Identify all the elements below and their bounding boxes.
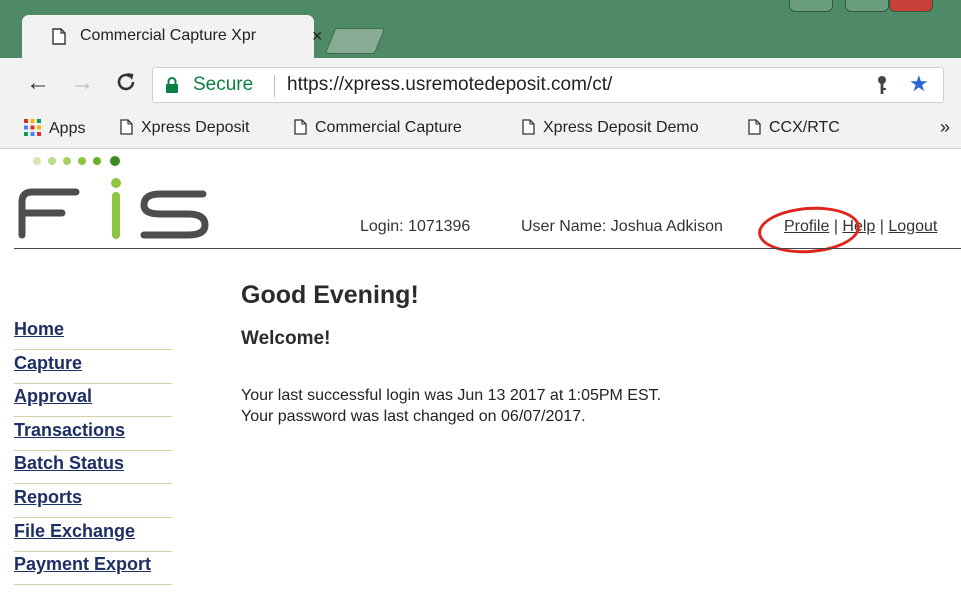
secure-label: Secure [193,74,254,95]
back-arrow-icon[interactable]: ← [26,70,50,96]
browser-toolbar: ← → Secure https://xpress.usremotedeposi… [0,58,961,110]
page-icon [522,119,535,140]
maximize-button[interactable] [845,0,889,12]
bookmark-xpress-deposit-demo[interactable]: Xpress Deposit Demo [522,119,699,140]
page-icon [748,119,761,140]
bookmark-label: Xpress Deposit [141,119,250,136]
sidebar-nav: Home Capture Approval Transactions Batch… [14,317,172,586]
login-id: Login: 1071396 [360,218,471,235]
forward-arrow-icon[interactable]: → [70,70,94,96]
bookmark-label: Apps [49,120,86,137]
bookmark-ccx-rtc[interactable]: CCX/RTC [748,119,840,140]
bookmark-xpress-deposit[interactable]: Xpress Deposit [120,119,250,140]
new-tab-button[interactable] [324,28,386,54]
page-icon [294,119,307,140]
sidebar-item-payment-export[interactable]: Payment Export [14,552,172,586]
bookmark-commercial-capture[interactable]: Commercial Capture [294,119,462,140]
page-greeting: Good Evening! [241,281,419,309]
sidebar-item-approval[interactable]: Approval [14,384,172,418]
address-separator [274,75,275,97]
apps-grid-icon [24,119,41,141]
browser-tab[interactable]: Commercial Capture Xpr × [22,15,323,58]
bookmark-label: Commercial Capture [315,119,462,136]
sidebar-item-file-exchange[interactable]: File Exchange [14,519,172,552]
minimize-button[interactable] [789,0,833,12]
bookmark-apps[interactable]: Apps [24,119,85,141]
bookmarks-overflow-icon[interactable]: » [940,117,950,138]
sidebar-item-transactions[interactable]: Transactions [14,418,172,451]
url-text[interactable]: https://xpress.usremotedeposit.com/ct/ [287,74,612,96]
lock-icon [165,77,179,98]
bookmark-star-icon[interactable]: ★ [909,71,929,97]
link-separator: | [879,218,884,235]
page-icon [52,28,66,50]
sidebar-item-capture[interactable]: Capture [14,351,172,384]
user-name: User Name: Joshua Adkison [521,218,723,235]
welcome-heading: Welcome! [241,328,331,349]
bookmarks-bar: Apps Xpress Deposit Commercial Capture X… [0,110,961,149]
page-icon [120,119,133,140]
last-login-message: Your last successful login was Jun 13 20… [241,387,662,404]
tab-close-icon[interactable]: × [312,26,323,46]
close-window-button[interactable] [889,0,933,12]
sidebar-item-batch-status[interactable]: Batch Status [14,451,172,485]
sidebar-item-reports[interactable]: Reports [14,485,172,518]
fis-logo [10,150,230,250]
header-divider [14,248,961,249]
reload-icon[interactable] [114,70,138,100]
bookmark-label: CCX/RTC [769,119,840,136]
browser-titlebar: Commercial Capture Xpr × [0,0,961,58]
sidebar-item-home[interactable]: Home [14,317,172,350]
password-changed-message: Your password was last changed on 06/07/… [241,408,586,425]
address-bar[interactable]: Secure https://xpress.usremotedeposit.co… [152,67,944,103]
logout-link[interactable]: Logout [888,218,937,235]
bookmark-label: Xpress Deposit Demo [543,119,699,136]
key-icon[interactable] [875,75,889,100]
tab-title-fade [254,25,294,51]
